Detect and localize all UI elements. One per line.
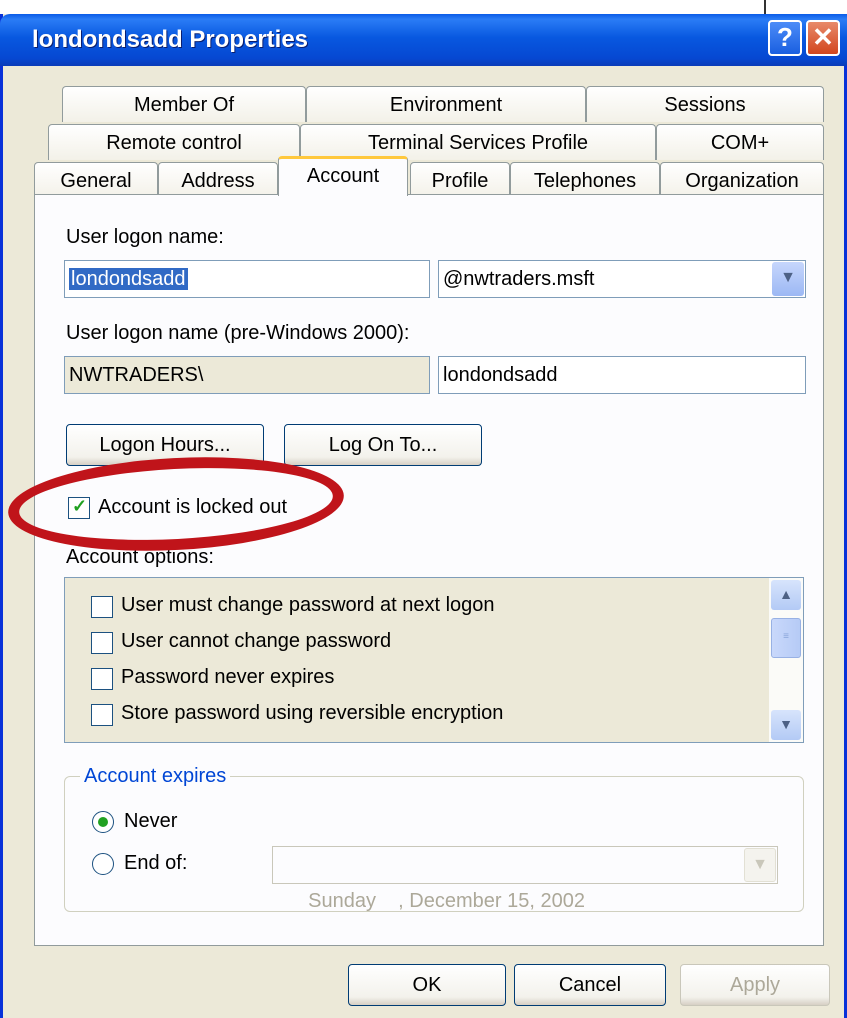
chevron-down-icon[interactable]: ▼ [772,262,804,296]
option-checkbox[interactable] [91,596,113,618]
account-options-list[interactable]: User must change password at next logon … [64,577,804,743]
scroll-thumb[interactable]: ≡ [771,618,801,658]
option-label: Password never expires [121,666,335,688]
never-radio[interactable] [92,811,114,833]
scroll-down-icon[interactable]: ▼ [771,710,801,740]
tab-general[interactable]: General [34,162,158,198]
ok-button[interactable]: OK [348,964,506,1006]
never-label: Never [124,810,178,832]
logon-hours-button[interactable]: Logon Hours... [66,424,264,466]
options-scrollbar[interactable]: ▲ ≡ ▼ [769,578,803,742]
tab-terminal-services-profile[interactable]: Terminal Services Profile [300,124,656,160]
tab-organization[interactable]: Organization [660,162,824,198]
help-button[interactable]: ? [768,20,802,56]
tab-telephones[interactable]: Telephones [510,162,660,198]
option-label: Store password using reversible encrypti… [121,702,504,724]
end-of-date-picker: Sunday , December 15, 2002 ▼ [272,846,778,912]
chevron-down-icon: ▼ [744,848,776,882]
upn-suffix-select[interactable]: @nwtraders.msft ▼ [438,260,806,298]
tab-profile[interactable]: Profile [410,162,510,198]
option-checkbox[interactable] [91,668,113,690]
end-of-date-value: Sunday , December 15, 2002 [308,890,585,912]
tab-environment[interactable]: Environment [306,86,586,122]
cancel-button[interactable]: Cancel [514,964,666,1006]
option-label: User must change password at next logon [121,594,495,616]
checkmark-icon: ✓ [72,496,88,516]
pre-windows-2000-name-input[interactable]: londondsadd [438,356,806,394]
tab-address[interactable]: Address [158,162,278,198]
tab-sessions[interactable]: Sessions [586,86,824,122]
account-locked-out-checkbox[interactable]: ✓ [68,496,90,519]
end-of-label: End of: [124,852,188,874]
apply-button[interactable]: Apply [680,964,830,1006]
tab-account[interactable]: Account [278,156,408,196]
user-logon-name-input[interactable]: londondsadd [64,260,430,298]
window-title: londondsadd Properties [32,26,309,53]
option-checkbox[interactable] [91,704,113,726]
account-options-label: Account options: [66,546,214,568]
tab-com-plus[interactable]: COM+ [656,124,824,160]
pre-windows-2000-domain-field: NWTRADERS\ [64,356,430,394]
close-button[interactable]: ✕ [806,20,840,56]
log-on-to-button[interactable]: Log On To... [284,424,482,466]
background [0,0,847,14]
option-checkbox[interactable] [91,632,113,654]
background-line [764,0,766,14]
upn-suffix-value: @nwtraders.msft [443,268,595,290]
tab-member-of[interactable]: Member Of [62,86,306,122]
tab-remote-control[interactable]: Remote control [48,124,300,160]
end-of-radio[interactable] [92,853,114,875]
scroll-up-icon[interactable]: ▲ [771,580,801,610]
user-logon-name-label: User logon name: [66,226,224,248]
account-expires-label: Account expires [80,765,231,788]
radio-selected-icon [98,817,108,827]
account-locked-out-label: Account is locked out [98,496,287,518]
pre-windows-2000-label: User logon name (pre-Windows 2000): [66,322,410,344]
option-label: User cannot change password [121,630,392,652]
title-bar[interactable]: londondsadd Properties [0,14,847,66]
user-logon-name-value: londondsadd [69,268,188,290]
